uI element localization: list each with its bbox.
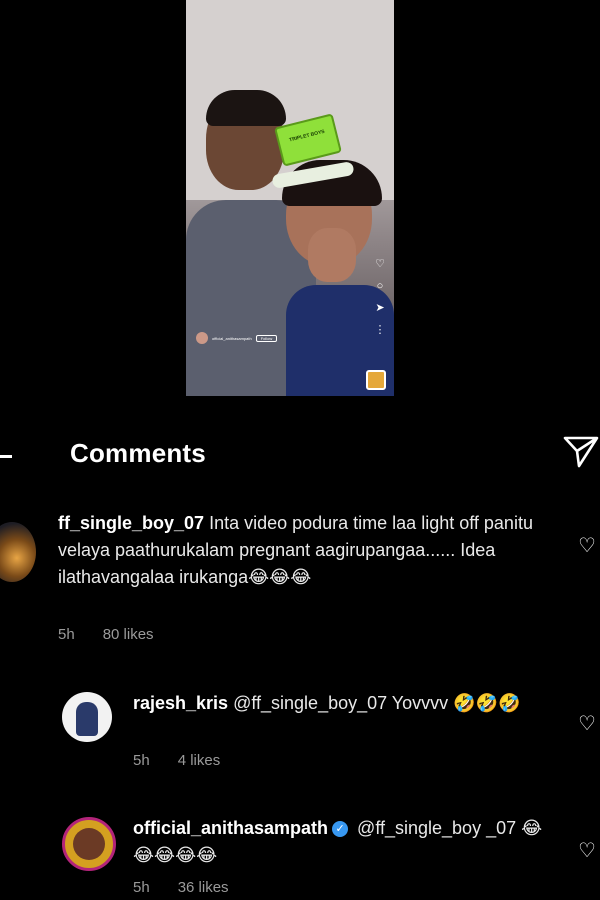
comment-username[interactable]: ff_single_boy_07 (58, 513, 204, 533)
comment-meta: 5h 36 likes (133, 879, 229, 896)
comment-body: official_anithasampath ✓ @ff_single_boy _… (133, 815, 553, 869)
reel-avatar[interactable] (196, 332, 208, 344)
comment-time: 5h (133, 879, 150, 896)
avatar[interactable] (62, 692, 112, 742)
comment-likes[interactable]: 36 likes (178, 879, 229, 896)
comment-text: @ff_single_boy_07 Yovvvv 🤣🤣🤣 (228, 693, 521, 713)
heart-icon[interactable]: ♡ (578, 841, 598, 861)
video-person-1-hair (206, 90, 286, 126)
reel-side-actions: ♡ ○ ➤ ⋮ (374, 258, 386, 336)
heart-icon[interactable]: ♡ (578, 714, 598, 734)
comment-time: 5h (133, 752, 150, 769)
comment-likes[interactable]: 4 likes (178, 752, 221, 769)
comment-username[interactable]: rajesh_kris (133, 693, 228, 713)
comment-body: rajesh_kris @ff_single_boy_07 Yovvvv 🤣🤣🤣 (133, 690, 553, 717)
reel-video-preview[interactable]: TRIPLET BOYS ♡ ○ ➤ ⋮ official_anithasamp… (186, 0, 394, 396)
verified-badge-icon: ✓ (332, 821, 349, 837)
avatar-figure (73, 828, 105, 860)
avatar[interactable] (0, 522, 36, 582)
page-title: Comments (70, 438, 206, 468)
reel-account[interactable]: official_anithasampath (212, 336, 252, 341)
comment-body: ff_single_boy_07 Inta video podura time … (58, 510, 558, 591)
back-icon[interactable] (0, 455, 12, 458)
filter-label: TRIPLET BOYS (288, 128, 326, 144)
comment-meta: 5h 80 likes (58, 626, 154, 643)
comment-username[interactable]: official_anithasampath (133, 818, 328, 838)
music-thumbnail[interactable] (366, 370, 386, 390)
avatar-figure (76, 702, 98, 736)
reel-info: official_anithasampath Follow (196, 332, 278, 348)
comment-meta: 5h 4 likes (133, 752, 220, 769)
video-hand (308, 228, 356, 282)
share-icon[interactable] (562, 432, 600, 470)
heart-icon[interactable]: ♡ (374, 258, 386, 270)
comment-icon[interactable]: ○ (374, 280, 386, 292)
follow-button[interactable]: Follow (255, 334, 278, 342)
comment-likes[interactable]: 80 likes (103, 626, 154, 643)
heart-icon[interactable]: ♡ (578, 536, 598, 556)
send-icon[interactable]: ➤ (374, 302, 386, 314)
more-icon[interactable]: ⋮ (374, 324, 386, 336)
comment-time: 5h (58, 626, 75, 643)
avatar[interactable] (62, 817, 116, 871)
